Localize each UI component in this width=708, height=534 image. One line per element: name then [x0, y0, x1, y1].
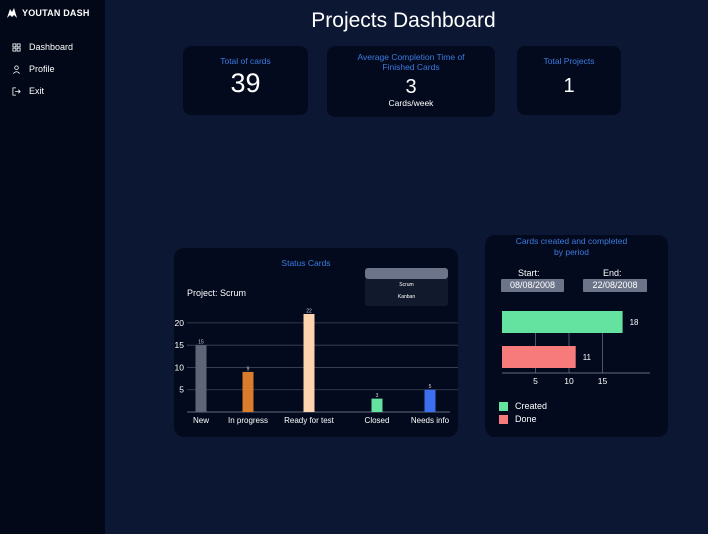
kpi-total-projects: Total Projects 1	[517, 46, 621, 115]
status-cards-panel: Status Cards Scrum Kanban Project: Scrum…	[174, 248, 458, 437]
kpi-label: Total of cards	[220, 56, 271, 66]
kpi-value: 3	[405, 76, 417, 98]
legend-label: Done	[515, 414, 537, 424]
sidebar-item-label: Profile	[29, 64, 55, 74]
status-bar	[371, 398, 383, 412]
x-tick-label: Closed	[365, 416, 390, 425]
status-bar-chart: 5 10 15 20 15 New 9 In progress 22 Ready for test…	[175, 309, 458, 425]
x-tick-label: Needs info	[411, 416, 450, 425]
sidebar: YOUTAN DASH Dashboard Profile Exit	[0, 0, 105, 534]
x-tick-label: 10	[564, 376, 574, 386]
brand-logo-icon	[7, 8, 17, 18]
status-bar	[195, 345, 207, 412]
period-bar	[502, 311, 623, 333]
y-tick-label: 20	[175, 318, 185, 328]
bar-value-label: 18	[630, 318, 639, 327]
x-tick-label: In progress	[228, 416, 268, 425]
bar-value-label: 15	[198, 340, 204, 346]
x-tick-label: 15	[598, 376, 608, 386]
status-bar	[424, 389, 436, 412]
user-icon	[13, 64, 20, 74]
sidebar-item-dashboard[interactable]: Dashboard	[12, 42, 73, 52]
brand-name: YOUTAN DASH	[22, 8, 90, 18]
status-bar	[303, 314, 315, 412]
sidebar-item-label: Exit	[29, 86, 45, 96]
sidebar-item-profile[interactable]: Profile	[12, 64, 55, 74]
dashboard-icon	[12, 42, 21, 52]
bar-value-label: 11	[583, 353, 592, 362]
x-tick-label: Ready for test	[284, 416, 335, 425]
page-title: Projects Dashboard	[311, 9, 496, 32]
legend-label: Created	[515, 401, 548, 411]
bar-value-label: 9	[247, 366, 250, 372]
y-tick-label: 5	[179, 385, 184, 395]
bar-value-label: 5	[429, 384, 432, 390]
bar-value-label: 3	[376, 393, 379, 399]
x-tick-label: New	[193, 416, 209, 425]
kpi-label: Total Projects	[543, 56, 595, 66]
brand[interactable]: YOUTAN DASH	[6, 7, 90, 19]
period-panel: Cards created and completed by period St…	[485, 235, 668, 437]
legend-item-done: Done	[499, 414, 537, 424]
kpi-unit: Cards/week	[388, 98, 434, 108]
kpi-total-cards: Total of cards 39	[183, 46, 308, 115]
period-bar	[502, 346, 576, 368]
kpi-label: Average Completion Time of Finished Card…	[357, 52, 465, 72]
logout-icon	[12, 86, 21, 96]
y-tick-label: 15	[175, 340, 185, 350]
status-bar	[242, 371, 254, 412]
legend-item-created: Created	[499, 401, 547, 411]
y-tick-label: 10	[175, 362, 185, 372]
kpi-avg-completion: Average Completion Time of Finished Card…	[327, 46, 495, 117]
sidebar-item-exit[interactable]: Exit	[12, 86, 44, 96]
bar-value-label: 22	[306, 309, 312, 315]
kpi-value: 39	[230, 68, 261, 98]
x-tick-label: 5	[533, 376, 538, 386]
legend-swatch	[499, 401, 508, 411]
sidebar-item-label: Dashboard	[29, 42, 74, 52]
kpi-value: 1	[563, 75, 575, 97]
legend-swatch	[499, 414, 508, 424]
